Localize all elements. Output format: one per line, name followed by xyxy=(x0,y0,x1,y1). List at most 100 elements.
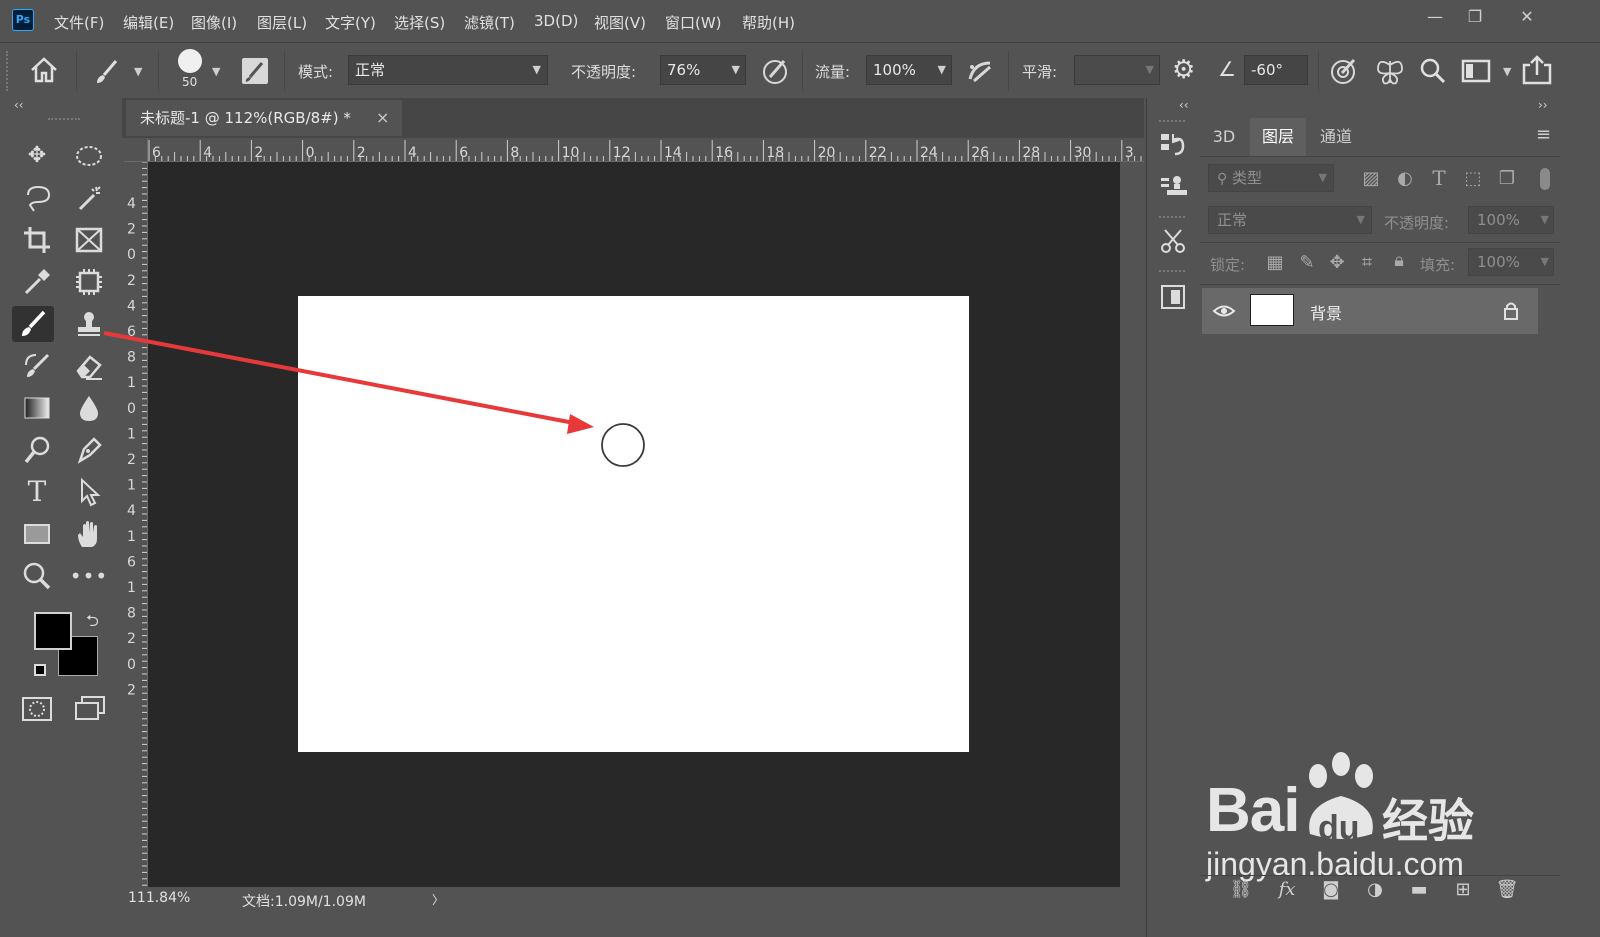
blur-tool[interactable] xyxy=(68,390,110,426)
filter-shape-icon[interactable]: ⬚ xyxy=(1460,168,1486,189)
menu-select[interactable]: 选择(S) xyxy=(394,12,445,33)
rectangle-tool[interactable] xyxy=(16,516,58,552)
dock-grip[interactable] xyxy=(1159,216,1185,219)
brush-preset-chevron-down-icon[interactable]: ▼ xyxy=(134,65,142,78)
layer-style-fx-icon[interactable]: fx xyxy=(1274,879,1300,900)
lock-all-icon[interactable]: 🔒︎ xyxy=(1386,250,1412,271)
object-selection-tool[interactable] xyxy=(68,264,110,300)
filter-pixel-layer-icon[interactable]: ▨ xyxy=(1358,168,1384,189)
symmetry-butterfly-icon[interactable] xyxy=(1374,55,1406,87)
adjustment-layer-icon[interactable]: ◑ xyxy=(1362,879,1388,900)
dock-grip[interactable] xyxy=(1159,270,1185,273)
angle-input[interactable]: -60° xyxy=(1244,55,1308,85)
properties-panel-icon[interactable] xyxy=(1159,282,1187,312)
layer-thumbnail[interactable] xyxy=(1250,294,1294,326)
status-expand-icon[interactable]: 〉 xyxy=(432,891,444,908)
gradient-tool[interactable] xyxy=(16,390,58,426)
default-colors-icon[interactable] xyxy=(34,664,46,676)
lock-position-icon[interactable]: ✥ xyxy=(1324,252,1350,273)
filter-type-layer-icon[interactable]: T xyxy=(1426,166,1452,190)
options-grip[interactable] xyxy=(6,51,12,91)
zoom-tool[interactable] xyxy=(16,558,58,594)
smoothing-input[interactable]: ▼ xyxy=(1074,55,1160,85)
lock-image-pixels-icon[interactable]: ✎ xyxy=(1294,252,1320,273)
pressure-size-icon[interactable] xyxy=(1328,55,1360,87)
vertical-scrollbar[interactable] xyxy=(1120,162,1144,887)
quick-mask-icon[interactable] xyxy=(20,694,54,724)
document-tab[interactable]: 未标题-1 @ 112%(RGB/8#) * × xyxy=(126,100,402,136)
search-icon[interactable] xyxy=(1418,55,1448,87)
brush-preset-icon[interactable] xyxy=(92,57,120,85)
layer-row[interactable]: 背景 xyxy=(1202,288,1538,334)
menu-window[interactable]: 窗口(W) xyxy=(665,12,722,33)
filter-smart-object-icon[interactable]: ❐ xyxy=(1494,168,1520,189)
tab-3d[interactable]: 3D xyxy=(1204,118,1244,156)
trash-icon[interactable]: 🗑︎ xyxy=(1494,879,1520,900)
menu-3d[interactable]: 3D(D) xyxy=(534,12,578,30)
share-icon[interactable] xyxy=(1520,53,1554,87)
lock-artboard-icon[interactable]: ⌗ xyxy=(1354,252,1380,273)
menu-image[interactable]: 图像(I) xyxy=(191,12,237,33)
eraser-tool[interactable] xyxy=(68,348,110,384)
ruler-origin[interactable] xyxy=(124,138,148,162)
crop-tool[interactable] xyxy=(16,222,58,258)
clone-stamp-tool[interactable] xyxy=(68,306,110,342)
menu-view[interactable]: 视图(V) xyxy=(594,12,646,33)
brush-settings-panel-icon[interactable] xyxy=(240,56,270,86)
toolbar-grip[interactable] xyxy=(48,118,80,121)
close-tab-icon[interactable]: × xyxy=(376,100,389,136)
elliptical-marquee-tool[interactable] xyxy=(68,138,110,174)
pressure-opacity-icon[interactable] xyxy=(760,55,792,87)
screen-mode-icon[interactable] xyxy=(72,694,108,724)
dodge-tool[interactable] xyxy=(16,432,58,468)
link-layers-icon[interactable]: ⛓ xyxy=(1228,879,1254,900)
filter-adjustment-icon[interactable]: ◐ xyxy=(1392,168,1418,189)
collapse-panels-icon[interactable]: ›› xyxy=(1538,98,1548,112)
pen-tool[interactable] xyxy=(68,432,110,468)
minimize-button[interactable]: — xyxy=(1418,4,1452,30)
magic-wand-tool[interactable] xyxy=(68,180,110,216)
flow-input[interactable]: 100% ▼ xyxy=(866,55,952,85)
brush-size-chevron-down-icon[interactable]: ▼ xyxy=(212,65,220,78)
blend-mode-select[interactable]: 正常 ▼ xyxy=(1208,206,1372,234)
flow-chevron-down-icon[interactable]: ▼ xyxy=(938,56,946,84)
workspace-chevron-down-icon[interactable]: ▼ xyxy=(1503,65,1511,78)
swap-colors-icon[interactable]: ⮌ xyxy=(86,610,99,637)
move-tool[interactable]: ✥ xyxy=(16,138,58,174)
document-canvas[interactable] xyxy=(298,296,969,752)
home-icon[interactable] xyxy=(28,55,60,85)
menu-layer[interactable]: 图层(L) xyxy=(257,12,307,33)
lock-transparent-pixels-icon[interactable]: ▦ xyxy=(1262,252,1288,273)
eye-visibility-icon[interactable] xyxy=(1212,302,1236,320)
history-brush-tool[interactable] xyxy=(16,348,58,384)
layer-filter-select[interactable]: ⚲ 类型 ▼ xyxy=(1208,164,1334,192)
brush-tool[interactable] xyxy=(12,306,54,342)
edit-toolbar-tool[interactable]: ••• xyxy=(68,558,110,594)
tab-layers[interactable]: 图层 xyxy=(1250,118,1306,156)
menu-type[interactable]: 文字(Y) xyxy=(325,12,376,33)
menu-filter[interactable]: 滤镜(T) xyxy=(464,12,515,33)
foreground-color-front[interactable] xyxy=(34,612,72,650)
opacity-input[interactable]: 76% ▼ xyxy=(660,55,746,85)
menu-edit[interactable]: 编辑(E) xyxy=(123,12,174,33)
new-group-folder-icon[interactable]: ▬ xyxy=(1406,879,1432,900)
brush-settings-icon[interactable] xyxy=(1159,226,1187,256)
tab-channels[interactable]: 通道 xyxy=(1308,118,1364,156)
eyedropper-tool[interactable] xyxy=(16,264,58,300)
type-tool[interactable]: T xyxy=(16,474,58,510)
airbrush-icon[interactable] xyxy=(964,55,998,87)
collapse-dock-icon[interactable]: ‹‹ xyxy=(1179,98,1189,112)
brush-tip-icon[interactable] xyxy=(178,49,202,73)
zoom-level[interactable]: 111.84% xyxy=(128,890,190,906)
filter-toggle-switch[interactable] xyxy=(1540,168,1550,190)
mode-select[interactable]: 正常 ▼ xyxy=(348,55,548,85)
hand-tool[interactable] xyxy=(68,516,110,552)
menu-help[interactable]: 帮助(H) xyxy=(742,12,795,33)
add-mask-icon[interactable]: ◙ xyxy=(1318,879,1344,900)
new-layer-icon[interactable]: ⊞ xyxy=(1450,879,1476,900)
restore-button[interactable]: ❐ xyxy=(1458,4,1492,30)
menu-file[interactable]: 文件(F) xyxy=(54,12,104,33)
layer-name[interactable]: 背景 xyxy=(1310,300,1342,324)
frame-tool[interactable] xyxy=(68,222,110,258)
history-panel-icon[interactable] xyxy=(1159,130,1187,160)
